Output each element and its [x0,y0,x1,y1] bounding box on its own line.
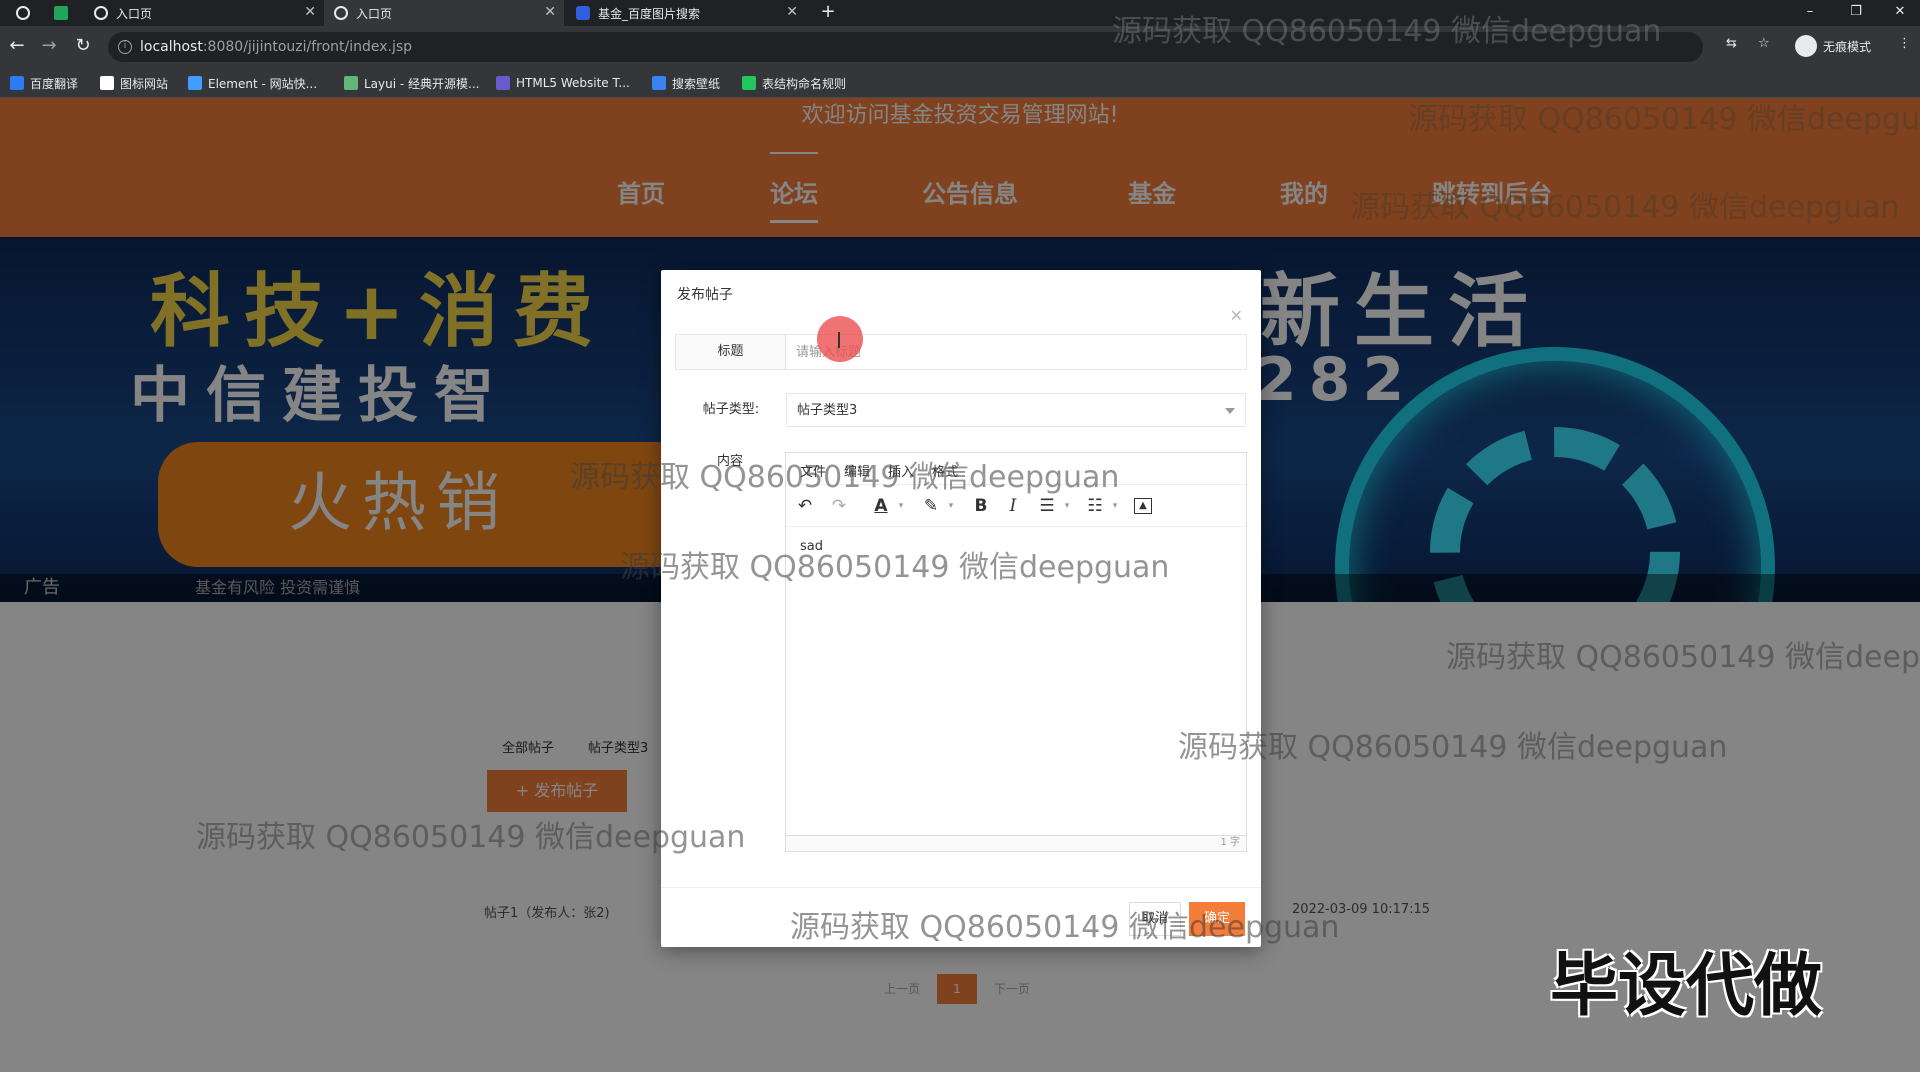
sheet-icon [54,6,68,20]
redo-icon[interactable]: ↷ [828,495,850,517]
star-icon[interactable]: ☆ [1758,36,1770,51]
bookmark-item[interactable]: Element - 网站快... [188,74,317,92]
paw-icon [576,6,590,20]
watermark: 源码获取 QQ86050149 微信deepguan [1112,14,1662,49]
close-icon[interactable]: ✕ [786,4,798,20]
bookmark-item[interactable]: 图标网站 [100,74,168,92]
wallpaper-icon [652,76,666,90]
info-icon[interactable]: i [118,40,132,54]
watermark-stamp: 毕设代做 [1550,947,1823,1026]
incognito-badge[interactable]: 无痕模式 [1795,34,1871,58]
bookmark-item[interactable]: 表结构命名规则 [742,74,846,92]
italic-icon[interactable]: I [1002,495,1024,517]
type-row: 帖子类型: 帖子类型3 [675,392,1247,428]
back-icon[interactable]: ← [6,35,28,57]
translate-icon [10,76,24,90]
chevron-down-icon [1225,408,1235,414]
font-color-icon[interactable]: A [870,495,892,517]
type-select-value: 帖子类型3 [797,403,858,418]
watermark: 源码获取 QQ86050149 微信deepguan [570,460,1120,495]
chevron-down-icon[interactable]: ▾ [896,495,906,517]
click-indicator [817,316,863,362]
new-tab-button[interactable]: + [815,0,841,26]
bullet-list-icon[interactable]: ☰ [1036,495,1058,517]
chevron-down-icon[interactable]: ▾ [1110,495,1120,517]
watermark: 源码获取 QQ86050149 微信deepguan [1178,730,1728,765]
tab-label: 入口页 [116,6,153,21]
incognito-label: 无痕模式 [1823,39,1872,54]
url-path: :8080/jijintouzi/front/index.jsp [202,39,413,55]
type-select[interactable]: 帖子类型3 [786,393,1246,427]
tab-label: 入口页 [356,6,393,21]
rich-text-editor: 文件 编辑 插入 格式 ↶ ↷ A ▾ ✎ ▾ B I ☰ ▾ ☷ ▾ ▲ sa… [785,452,1247,852]
tab-entry-1[interactable]: 入口页 ✕ [84,0,324,26]
watermark: 源码获取 QQ86050149 微信deepguan [1408,102,1920,137]
title-label: 标题 [676,335,786,369]
bookmark-item[interactable]: HTML5 Website T... [496,74,630,92]
chevron-down-icon[interactable]: ▾ [946,495,956,517]
close-icon[interactable]: ✕ [304,4,316,20]
title-row: 标题 [675,334,1247,370]
word-count: 1 字 [786,835,1246,851]
watermark: 源码获取 QQ86050149 微信deepguan [1446,640,1920,675]
bookmark-label: 图标网站 [120,76,169,91]
bookmark-label: Layui - 经典开源模... [364,76,480,91]
highlight-icon[interactable]: ✎ [920,495,942,517]
bookmark-label: 搜索壁纸 [672,76,721,91]
watermark: 源码获取 QQ86050149 微信deepguan [196,820,746,855]
layui-icon [344,76,358,90]
bookmark-item[interactable]: 搜索壁纸 [652,74,720,92]
bookmark-item[interactable]: 百度翻译 [10,74,78,92]
bookmark-label: 表结构命名规则 [762,76,847,91]
globe-icon [16,6,30,20]
dialog-title: 发布帖子 [677,287,733,303]
bookmark-label: 百度翻译 [30,76,79,91]
globe-icon [94,6,108,20]
tab-label: 基金_百度图片搜索 [598,6,701,21]
bold-icon[interactable]: B [970,495,992,517]
reload-icon[interactable]: ↻ [72,35,94,57]
pinned-tab[interactable] [6,0,40,26]
tab-baidu-image[interactable]: 基金_百度图片搜索 ✕ [566,0,806,26]
globe-icon [334,6,348,20]
url-host: localhost [140,39,203,55]
menu-icon[interactable]: ⋮ [1898,36,1911,51]
close-window-button[interactable]: ✕ [1880,0,1920,26]
text-cursor-icon [838,332,840,348]
minimize-button[interactable]: – [1790,0,1830,26]
restore-button[interactable]: ❐ [1836,0,1876,26]
numbered-list-icon[interactable]: ☷ [1084,495,1106,517]
tab-entry-2[interactable]: 入口页 ✕ [324,0,564,26]
image-icon[interactable]: ▲ [1134,498,1152,514]
watermark: 源码获取 QQ86050149 微信deepguan [1350,190,1900,225]
type-label: 帖子类型: [676,393,786,427]
incognito-icon [1795,35,1817,57]
flag-icon [100,76,114,90]
table-icon [742,76,756,90]
close-icon[interactable]: ✕ [544,4,556,20]
bookmark-item[interactable]: Layui - 经典开源模... [344,74,479,92]
undo-icon[interactable]: ↶ [794,495,816,517]
watermark: 源码获取 QQ86050149 微信deepguan [790,910,1340,945]
html5-icon [496,76,510,90]
translate-icon[interactable]: ⇆ [1726,36,1737,51]
close-icon[interactable]: ✕ [1230,306,1243,325]
pinned-sheet-tab[interactable] [44,0,78,26]
publish-post-dialog: 发布帖子 ✕ 标题 帖子类型: 帖子类型3 内容 文件 编辑 插入 格式 ↶ ↷… [661,270,1261,947]
bookmark-label: HTML5 Website T... [516,76,630,90]
watermark: 源码获取 QQ86050149 微信deepguan [620,550,1170,585]
chevron-down-icon[interactable]: ▾ [1062,495,1072,517]
bookmark-label: Element - 网站快... [208,76,318,91]
forward-icon[interactable]: → [38,35,60,57]
element-icon [188,76,202,90]
